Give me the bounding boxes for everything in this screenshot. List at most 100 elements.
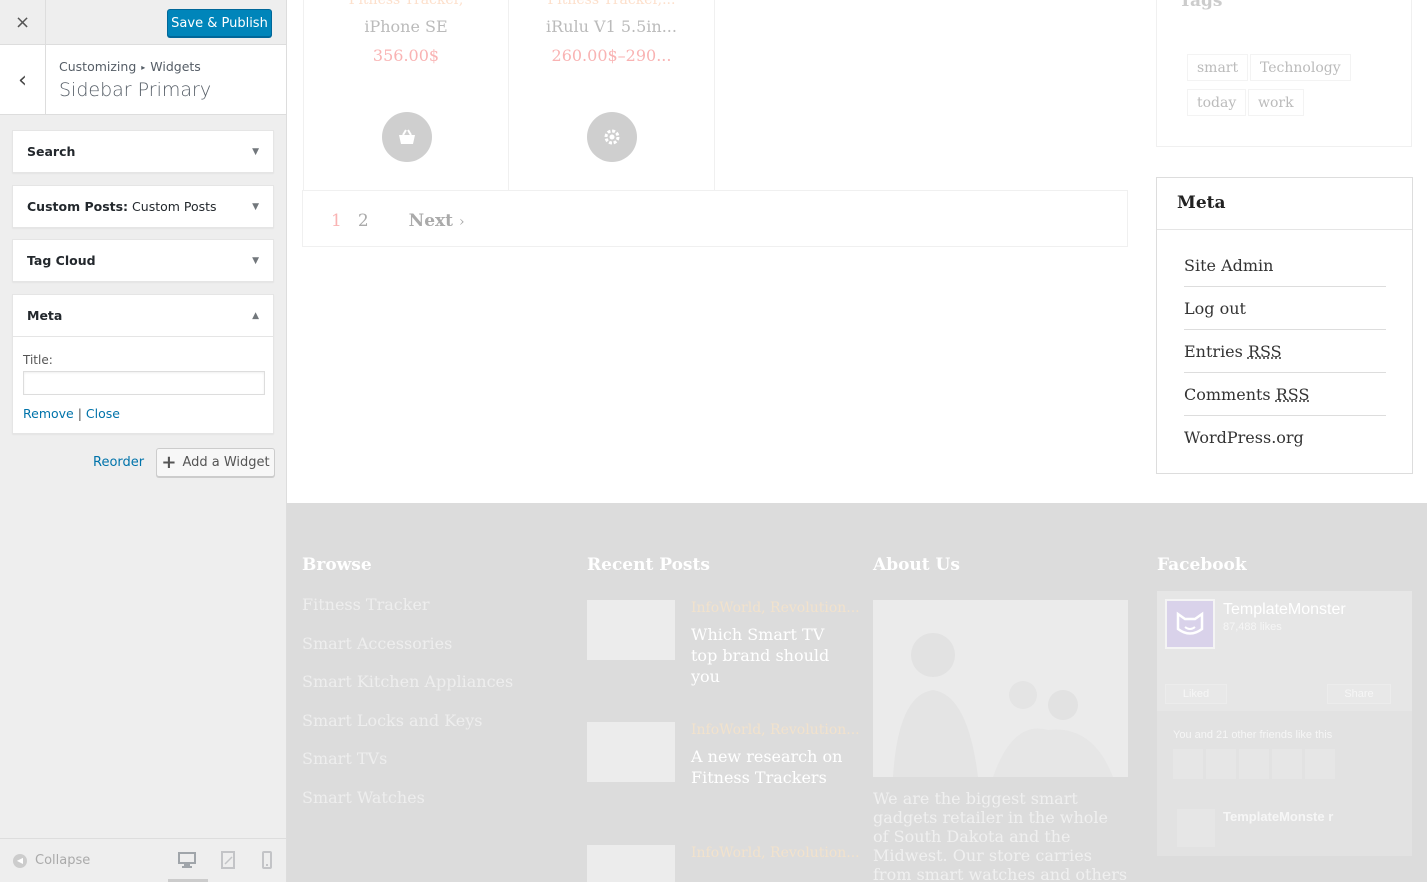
tags-title: Tags bbox=[1179, 0, 1223, 11]
list-item[interactable]: Smart Watches bbox=[302, 788, 513, 827]
next-page-link[interactable]: Next › bbox=[409, 211, 465, 231]
product-card[interactable]: Fitness Tracker, iPhone SE 356.00$ bbox=[303, 0, 509, 190]
widget-tag-cloud[interactable]: Tag Cloud ▼ bbox=[12, 239, 274, 282]
widget-header[interactable]: Custom Posts: Custom Posts ▼ bbox=[13, 186, 273, 227]
caret-down-icon[interactable]: ▼ bbox=[252, 202, 259, 212]
widget-title: Tag Cloud bbox=[27, 253, 96, 268]
next-label: Next bbox=[408, 211, 453, 231]
add-widget-button[interactable]: + Add a Widget bbox=[156, 448, 275, 477]
customizer-header: × Save & Publish bbox=[0, 0, 286, 45]
facebook-share-button[interactable]: Share bbox=[1327, 684, 1391, 704]
widget-header[interactable]: Meta ▲ bbox=[13, 295, 273, 337]
save-publish-button[interactable]: Save & Publish bbox=[167, 9, 272, 37]
meta-widget-title: Meta bbox=[1157, 178, 1412, 230]
widget-header[interactable]: Search ▼ bbox=[13, 131, 273, 172]
widget-form: Title: Remove | Close bbox=[13, 337, 273, 433]
title-label: Title: bbox=[23, 353, 53, 367]
remove-link[interactable]: Remove bbox=[23, 406, 74, 421]
product-price: 260.00$–290... bbox=[551, 46, 672, 65]
breadcrumb-item-customizing: Customizing bbox=[59, 59, 137, 74]
facebook-page-name[interactable]: TemplateMonster bbox=[1223, 601, 1346, 619]
chevron-right-icon: › bbox=[459, 214, 465, 230]
avatar[interactable] bbox=[1239, 749, 1269, 779]
breadcrumb: Customizing ▸ Widgets bbox=[59, 59, 201, 74]
list-item[interactable]: Fitness Tracker bbox=[302, 595, 513, 634]
meta-link-log-out[interactable]: Log out bbox=[1184, 287, 1386, 330]
footer-recent-title: Recent Posts bbox=[587, 555, 710, 575]
close-icon[interactable]: × bbox=[0, 0, 46, 45]
meta-link-site-admin[interactable]: Site Admin bbox=[1184, 244, 1386, 287]
actions-separator: | bbox=[77, 406, 82, 421]
post-category[interactable]: InfoWorld, Revolution... bbox=[691, 722, 860, 738]
back-icon[interactable]: ‹ bbox=[0, 45, 46, 115]
customizer-footer: ◀ Collapse bbox=[0, 838, 286, 882]
post-category[interactable]: InfoWorld, Revolution... bbox=[691, 845, 860, 861]
post-thumbnail[interactable] bbox=[587, 845, 675, 882]
product-name[interactable]: iPhone SE bbox=[304, 17, 508, 36]
product-name[interactable]: iRulu V1 5.5in... bbox=[509, 17, 714, 36]
about-image bbox=[873, 600, 1128, 777]
collapse-button[interactable]: ◀ Collapse bbox=[13, 853, 90, 868]
widget-custom-posts[interactable]: Custom Posts: Custom Posts ▼ bbox=[12, 185, 274, 228]
meta-link-entries-rss[interactable]: Entries RSS bbox=[1184, 330, 1386, 373]
product-card[interactable]: Fitness Tracker,... iRulu V1 5.5in... 26… bbox=[509, 0, 715, 190]
tags-widget: Tags smart Technology today work bbox=[1156, 0, 1412, 147]
mobile-preview-icon[interactable] bbox=[258, 851, 280, 871]
widget-header[interactable]: Tag Cloud ▼ bbox=[13, 240, 273, 281]
avatar[interactable] bbox=[1305, 749, 1335, 779]
facebook-post-avatar[interactable] bbox=[1177, 809, 1215, 847]
facebook-liked-button[interactable]: Liked bbox=[1165, 684, 1227, 704]
post-thumbnail[interactable] bbox=[587, 600, 675, 660]
post-category[interactable]: InfoWorld, Revolution... bbox=[691, 600, 860, 616]
section-title: Sidebar Primary bbox=[59, 79, 212, 101]
section-header: ‹ Customizing ▸ Widgets Sidebar Primary bbox=[0, 45, 286, 115]
gear-icon[interactable] bbox=[587, 112, 637, 162]
post-title[interactable]: A new research on Fitness Trackers bbox=[691, 746, 851, 788]
tag-link[interactable]: Technology bbox=[1250, 54, 1351, 81]
facebook-post-name[interactable]: TemplateMonste r bbox=[1223, 809, 1333, 824]
tag-link[interactable]: work bbox=[1248, 89, 1304, 116]
basket-icon[interactable] bbox=[382, 112, 432, 162]
meta-link-label: WordPress.org bbox=[1184, 428, 1304, 447]
product-category[interactable]: Fitness Tracker,... bbox=[509, 0, 714, 8]
desktop-preview-icon[interactable] bbox=[168, 851, 208, 882]
facebook-page-logo[interactable] bbox=[1165, 599, 1215, 649]
meta-links: Site Admin Log out Entries RSS Comments … bbox=[1184, 244, 1386, 459]
collapse-arrow-icon: ◀ bbox=[13, 853, 27, 868]
widget-subtitle: Custom Posts bbox=[132, 199, 217, 214]
title-input[interactable] bbox=[23, 371, 265, 395]
tablet-preview-icon[interactable] bbox=[219, 851, 241, 871]
facebook-friends-text: You and 21 other friends like this bbox=[1173, 729, 1333, 741]
tag-link[interactable]: today bbox=[1187, 89, 1247, 116]
widget-actions: Remove | Close bbox=[23, 406, 263, 421]
meta-link-label: Comments bbox=[1184, 385, 1276, 404]
post-title[interactable]: Which Smart TV top brand should you bbox=[691, 624, 851, 687]
list-item[interactable]: Smart Kitchen Appliances bbox=[302, 672, 513, 711]
caret-down-icon[interactable]: ▼ bbox=[252, 256, 259, 266]
caret-down-icon[interactable]: ▼ bbox=[252, 147, 259, 157]
avatar[interactable] bbox=[1173, 749, 1203, 779]
meta-link-label: Site Admin bbox=[1184, 256, 1274, 275]
rss-abbr: RSS bbox=[1247, 342, 1282, 361]
tag-link[interactable]: smart bbox=[1187, 54, 1249, 81]
close-link[interactable]: Close bbox=[86, 406, 120, 421]
meta-widget: Meta Site Admin Log out Entries RSS Comm… bbox=[1156, 177, 1413, 474]
widget-meta: Meta ▲ Title: Remove | Close bbox=[12, 294, 274, 434]
post-thumbnail[interactable] bbox=[587, 722, 675, 782]
list-item[interactable]: Smart TVs bbox=[302, 749, 513, 788]
widget-search[interactable]: Search ▼ bbox=[12, 130, 274, 173]
avatar[interactable] bbox=[1272, 749, 1302, 779]
pagination-container: 1 2 Next › bbox=[302, 190, 1128, 247]
avatar[interactable] bbox=[1206, 749, 1236, 779]
caret-up-icon[interactable]: ▲ bbox=[252, 311, 259, 321]
product-category[interactable]: Fitness Tracker, bbox=[304, 0, 508, 8]
meta-link-wordpress-org[interactable]: WordPress.org bbox=[1184, 416, 1386, 459]
footer-browse-title: Browse bbox=[302, 555, 372, 575]
meta-link-comments-rss[interactable]: Comments RSS bbox=[1184, 373, 1386, 416]
reorder-link[interactable]: Reorder bbox=[93, 455, 144, 470]
pagination: 1 2 Next › bbox=[331, 211, 465, 231]
list-item[interactable]: Smart Locks and Keys bbox=[302, 711, 513, 750]
list-item[interactable]: Smart Accessories bbox=[302, 634, 513, 673]
page-link-2[interactable]: 2 bbox=[358, 211, 369, 231]
widget-title: Meta bbox=[27, 308, 63, 323]
